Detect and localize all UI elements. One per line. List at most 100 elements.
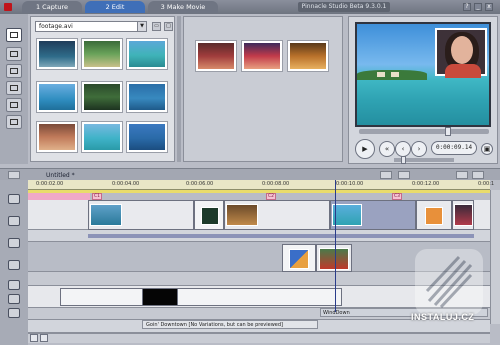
video-display: [355, 22, 491, 127]
horizontal-scrollbar[interactable]: [28, 333, 490, 343]
scene-thumbnail[interactable]: [81, 38, 123, 70]
app-title: Pinnacle Studio Beta 9.3.0.1: [298, 2, 390, 12]
zoom-out-icon[interactable]: [30, 334, 38, 342]
clip-thumbnail: [319, 248, 349, 270]
volume-handle[interactable]: [401, 156, 406, 164]
transition-clip[interactable]: [194, 200, 224, 230]
ruler-tick-label: 0:00:10.00: [336, 181, 364, 187]
scene-thumbnail[interactable]: [81, 121, 123, 153]
tab-edit[interactable]: 2 Edit: [85, 1, 145, 13]
scene-thumbnail[interactable]: [36, 81, 78, 113]
text-view-button[interactable]: [472, 171, 484, 179]
transition-icon: [425, 207, 443, 225]
album-page-divider: [177, 16, 181, 162]
scene-thumbnail[interactable]: [36, 38, 78, 70]
step-back-button[interactable]: ‹: [395, 141, 411, 157]
ruler-tick-label: 0:00:1: [478, 181, 495, 187]
audio-waveform[interactable]: [88, 234, 474, 238]
scene-thumbnail[interactable]: [287, 40, 329, 72]
chapter-marker[interactable]: C2: [266, 193, 276, 200]
hut-image: [377, 72, 385, 77]
clip-thumbnail: [454, 204, 473, 226]
fullscreen-button[interactable]: ▣: [481, 143, 493, 155]
storyboard-view-button[interactable]: [8, 171, 20, 179]
step-forward-button[interactable]: ›: [411, 141, 427, 157]
chevron-down-icon[interactable]: ▼: [137, 22, 146, 31]
menu-icon: [10, 102, 18, 108]
timecode-display[interactable]: 0:00:09.14: [431, 141, 477, 155]
scene-thumbnail[interactable]: [126, 38, 168, 70]
transitions-album-tab[interactable]: [6, 47, 22, 61]
scene-thumbnail[interactable]: [81, 81, 123, 113]
ruler-tick-label: 0:00:08.00: [262, 181, 290, 187]
razor-icon[interactable]: [380, 171, 392, 179]
title-icon: [10, 68, 18, 74]
overlay-clip[interactable]: [316, 244, 352, 272]
music-track-icon[interactable]: [8, 308, 20, 318]
video-clip-selected[interactable]: [330, 200, 416, 230]
scene-thumbnail[interactable]: [36, 121, 78, 153]
timeline-view-button[interactable]: [456, 171, 468, 179]
trash-icon[interactable]: [398, 171, 410, 179]
video-clip[interactable]: [88, 200, 194, 230]
view-toggle-icon[interactable]: □: [164, 22, 173, 31]
play-button[interactable]: ▶: [355, 139, 375, 159]
ruler-tick-label: 0:00:12.00: [412, 181, 440, 187]
tab-make-movie[interactable]: 3 Make Movie: [148, 1, 218, 13]
overlay-track-icon[interactable]: [8, 238, 20, 248]
app-logo-icon: [4, 3, 12, 11]
scrubber-handle[interactable]: [445, 127, 451, 136]
help-button[interactable]: ?: [463, 3, 471, 11]
portrait-face: [451, 36, 473, 64]
sound-effects-icon: [10, 119, 18, 125]
photos-album-tab[interactable]: [6, 81, 22, 95]
chapter-marker[interactable]: C1: [92, 193, 102, 200]
scene-thumbnail[interactable]: [195, 40, 237, 72]
chapter-bar: [28, 193, 90, 200]
close-button[interactable]: x: [485, 3, 493, 11]
scene-thumbnail[interactable]: [126, 121, 168, 153]
file-select[interactable]: footage.avi ▼: [35, 21, 147, 32]
transition-icon: [201, 207, 219, 225]
chapter-marker[interactable]: C3: [392, 193, 402, 200]
picture-in-picture: [435, 28, 487, 78]
rewind-button[interactable]: «: [379, 141, 395, 157]
video-track-icon[interactable]: [8, 194, 20, 204]
album-right-page: [183, 16, 343, 162]
album-tool-column: [0, 14, 28, 164]
overlay-audio-icon[interactable]: [8, 260, 20, 270]
sound-effect-track-icon[interactable]: [8, 294, 20, 304]
title-track-icon[interactable]: [8, 280, 20, 290]
zoom-in-icon[interactable]: [40, 334, 48, 342]
hut-image: [391, 72, 399, 77]
video-clip[interactable]: [224, 200, 330, 230]
scene-thumbnail[interactable]: [126, 81, 168, 113]
audio-track-icon[interactable]: [8, 216, 20, 226]
folder-icon[interactable]: ▭: [152, 22, 161, 31]
clip-thumbnail: [332, 204, 362, 226]
scrubber-track[interactable]: [359, 129, 489, 134]
timeline-toolbar: Untitled *: [0, 168, 500, 180]
titles-album-tab[interactable]: [6, 64, 22, 78]
title-clip-dark[interactable]: [142, 288, 178, 306]
overlay-transition-clip[interactable]: [282, 244, 316, 272]
transition-clip[interactable]: [416, 200, 452, 230]
title-clip-label[interactable]: Goin' Downtown [No Variations, but can b…: [142, 320, 318, 329]
scene-thumbnail[interactable]: [241, 40, 283, 72]
photo-icon: [10, 85, 18, 91]
sound-album-tab[interactable]: [6, 115, 22, 129]
clip-thumbnail: [226, 204, 258, 226]
timeline-ruler[interactable]: 0:00:02.00 0:00:04.00 0:00:06.00 0:00:08…: [28, 180, 494, 190]
ruler-tick-label: 0:00:06.00: [186, 181, 214, 187]
timeline-playhead[interactable]: [335, 180, 336, 312]
portrait-shirt: [445, 64, 481, 78]
video-album-tab[interactable]: [6, 28, 22, 42]
clip-thumbnail: [90, 204, 122, 226]
minimize-button[interactable]: _: [474, 3, 482, 11]
title-clip[interactable]: [60, 288, 342, 306]
tab-capture[interactable]: 1 Capture: [22, 1, 82, 13]
menus-album-tab[interactable]: [6, 98, 22, 112]
video-clip[interactable]: [452, 200, 474, 230]
watermark-text: INSTALUJ.CZ: [411, 312, 475, 322]
ruler-tick-label: 0:00:02.00: [36, 181, 64, 187]
